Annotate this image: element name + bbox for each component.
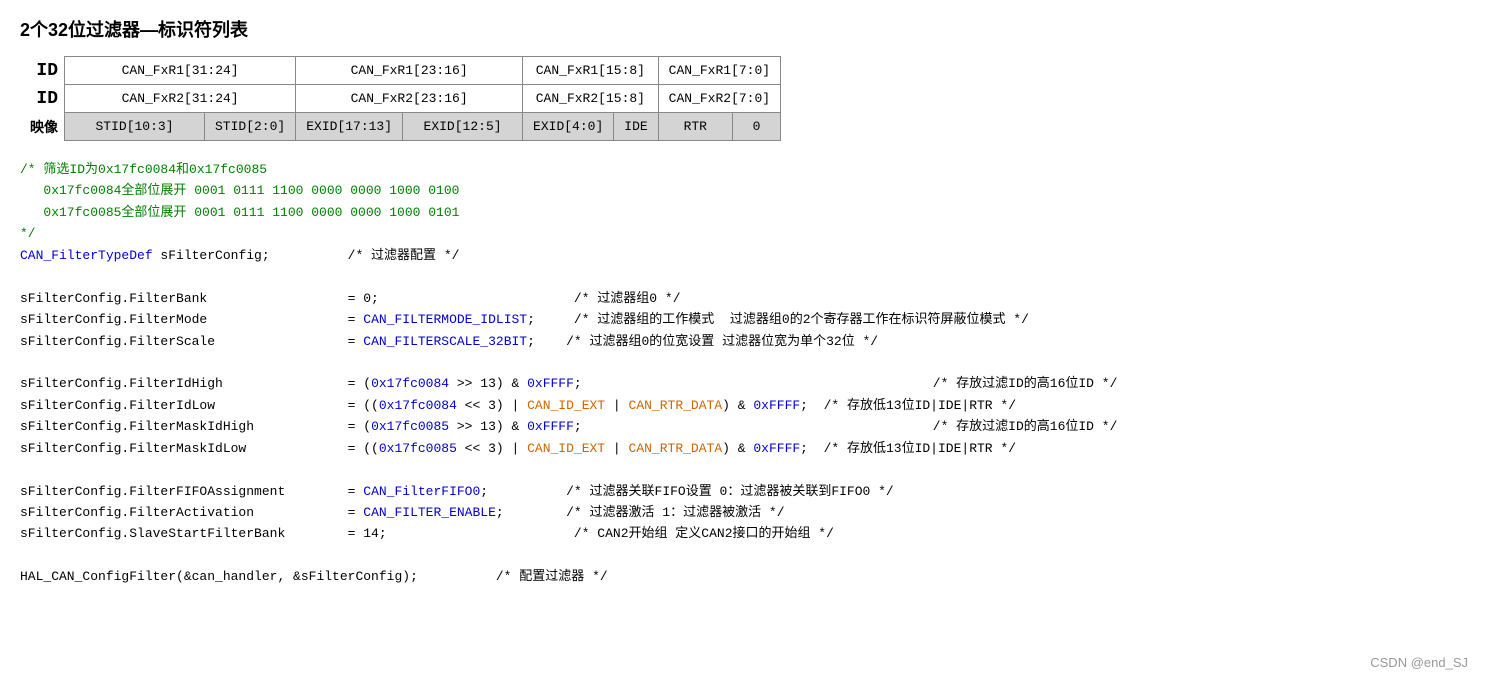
blank-line-3: [20, 459, 1472, 480]
comment-line-3: 0x17fc0085全部位展开 0001 0111 1100 0000 0000…: [20, 202, 1472, 223]
comment-line-4: */: [20, 223, 1472, 244]
row3-cell-ide: IDE: [614, 113, 658, 141]
row3-cell-stid-low: STID[2:0]: [205, 113, 296, 141]
comment-line-2: 0x17fc0084全部位展开 0001 0111 1100 0000 0000…: [20, 180, 1472, 201]
row3-cell-stid-high: STID[10:3]: [65, 113, 205, 141]
slavestartfilterbank-line: sFilterConfig.SlaveStartFilterBank = 14;…: [20, 523, 1472, 544]
title-bold: 32位过滤器: [48, 20, 140, 40]
row3-cell-exid-mid: EXID[12:5]: [403, 113, 523, 141]
table-row-1: ID CAN_FxR1[31:24] CAN_FxR1[23:16] CAN_F…: [20, 57, 781, 85]
comment-line-1: /* 筛选ID为0x17fc0084和0x17fc0085: [20, 159, 1472, 180]
table-row-2: ID CAN_FxR2[31:24] CAN_FxR2[23:16] CAN_F…: [20, 85, 781, 113]
filtermaskidhigh-line: sFilterConfig.FilterMaskIdHigh = (0x17fc…: [20, 416, 1472, 437]
typedef-line: CAN_FilterTypeDef sFilterConfig; /* 过滤器配…: [20, 245, 1472, 266]
row2-cell-2: CAN_FxR2[23:16]: [296, 85, 523, 113]
row2-cell-3: CAN_FxR2[15:8]: [523, 85, 659, 113]
row3-label: 映像: [20, 113, 65, 141]
filter-table: ID CAN_FxR1[31:24] CAN_FxR1[23:16] CAN_F…: [20, 56, 781, 141]
row1-cell-4: CAN_FxR1[7:0]: [658, 57, 780, 85]
blank-line-1: [20, 266, 1472, 287]
filteridhigh-line: sFilterConfig.FilterIdHigh = (0x17fc0084…: [20, 373, 1472, 394]
filterscale-line: sFilterConfig.FilterScale = CAN_FILTERSC…: [20, 331, 1472, 352]
filteridlow-line: sFilterConfig.FilterIdLow = ((0x17fc0084…: [20, 395, 1472, 416]
row2-cell-1: CAN_FxR2[31:24]: [65, 85, 296, 113]
row2-cell-4: CAN_FxR2[7:0]: [658, 85, 780, 113]
blank-line-2: [20, 352, 1472, 373]
blank-line-4: [20, 545, 1472, 566]
row1-label: ID: [20, 57, 65, 85]
row2-label: ID: [20, 85, 65, 113]
title-suffix: —标识符列表: [140, 20, 248, 40]
row3-cell-0: 0: [732, 113, 780, 141]
code-section: /* 筛选ID为0x17fc0084和0x17fc0085 0x17fc0084…: [20, 159, 1472, 588]
filtermode-line: sFilterConfig.FilterMode = CAN_FILTERMOD…: [20, 309, 1472, 330]
watermark: CSDN @end_SJ: [1370, 655, 1468, 670]
page-title: 2个32位过滤器—标识符列表: [20, 16, 1472, 42]
title-prefix: 2个: [20, 20, 48, 40]
filtermaskidlow-line: sFilterConfig.FilterMaskIdLow = ((0x17fc…: [20, 438, 1472, 459]
row1-cell-3: CAN_FxR1[15:8]: [523, 57, 659, 85]
table-row-3: 映像 STID[10:3] STID[2:0] EXID[17:13] EXID…: [20, 113, 781, 141]
filter-table-wrapper: ID CAN_FxR1[31:24] CAN_FxR1[23:16] CAN_F…: [20, 56, 1472, 141]
filterfifo-line: sFilterConfig.FilterFIFOAssignment = CAN…: [20, 481, 1472, 502]
configfilter-line: HAL_CAN_ConfigFilter(&can_handler, &sFil…: [20, 566, 1472, 587]
row3-cell-rtr: RTR: [658, 113, 732, 141]
row3-cell-exid-low: EXID[4:0]: [523, 113, 614, 141]
row1-cell-1: CAN_FxR1[31:24]: [65, 57, 296, 85]
filteractivation-line: sFilterConfig.FilterActivation = CAN_FIL…: [20, 502, 1472, 523]
row1-cell-2: CAN_FxR1[23:16]: [296, 57, 523, 85]
filterbank-line: sFilterConfig.FilterBank = 0; /* 过滤器组0 *…: [20, 288, 1472, 309]
row3-cell-exid-high: EXID[17:13]: [296, 113, 403, 141]
